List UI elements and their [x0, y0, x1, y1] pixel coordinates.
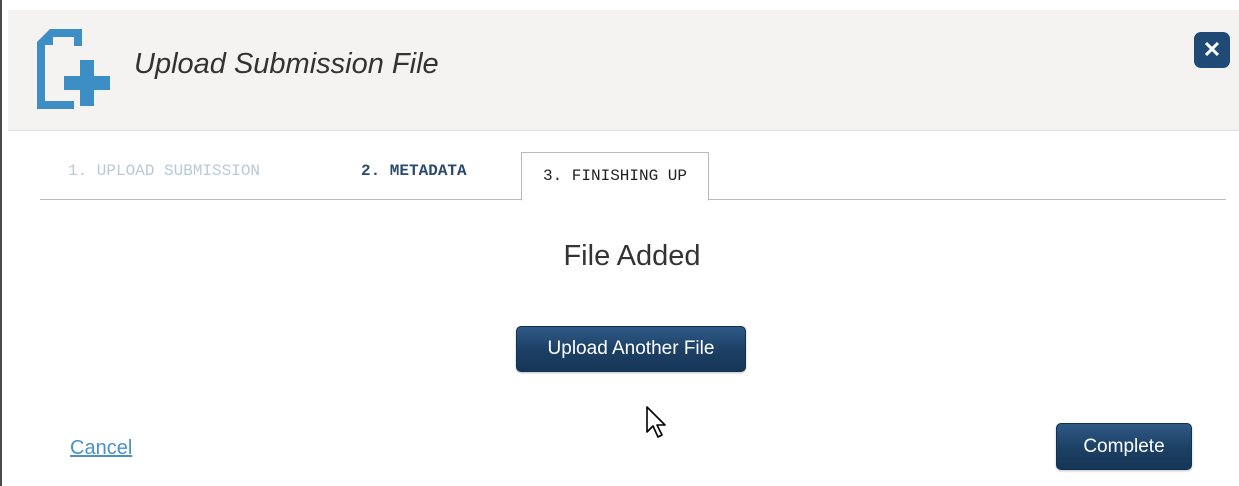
close-button[interactable]: ✕	[1194, 32, 1230, 68]
close-icon: ✕	[1202, 37, 1222, 62]
dialog-header: Upload Submission File ✕	[8, 10, 1239, 131]
wizard-tabs: 1. UPLOAD SUBMISSION 2. METADATA 3. FINI…	[40, 152, 1226, 201]
tab-metadata[interactable]: 2. METADATA	[341, 148, 487, 194]
file-added-heading: File Added	[563, 240, 701, 272]
mouse-pointer-icon	[645, 405, 669, 441]
upload-dialog: Upload Submission File ✕ 1. UPLOAD SUBMI…	[8, 0, 1239, 486]
window-left-border	[0, 0, 2, 486]
tab-upload-submission[interactable]: 1. UPLOAD SUBMISSION	[48, 148, 280, 194]
file-add-icon	[34, 28, 114, 110]
upload-another-file-button[interactable]: Upload Another File	[516, 326, 746, 372]
tab-finishing-up[interactable]: 3. FINISHING UP	[521, 152, 709, 201]
cancel-link[interactable]: Cancel	[70, 437, 132, 460]
complete-button[interactable]: Complete	[1056, 423, 1192, 470]
dialog-title: Upload Submission File	[134, 48, 439, 80]
